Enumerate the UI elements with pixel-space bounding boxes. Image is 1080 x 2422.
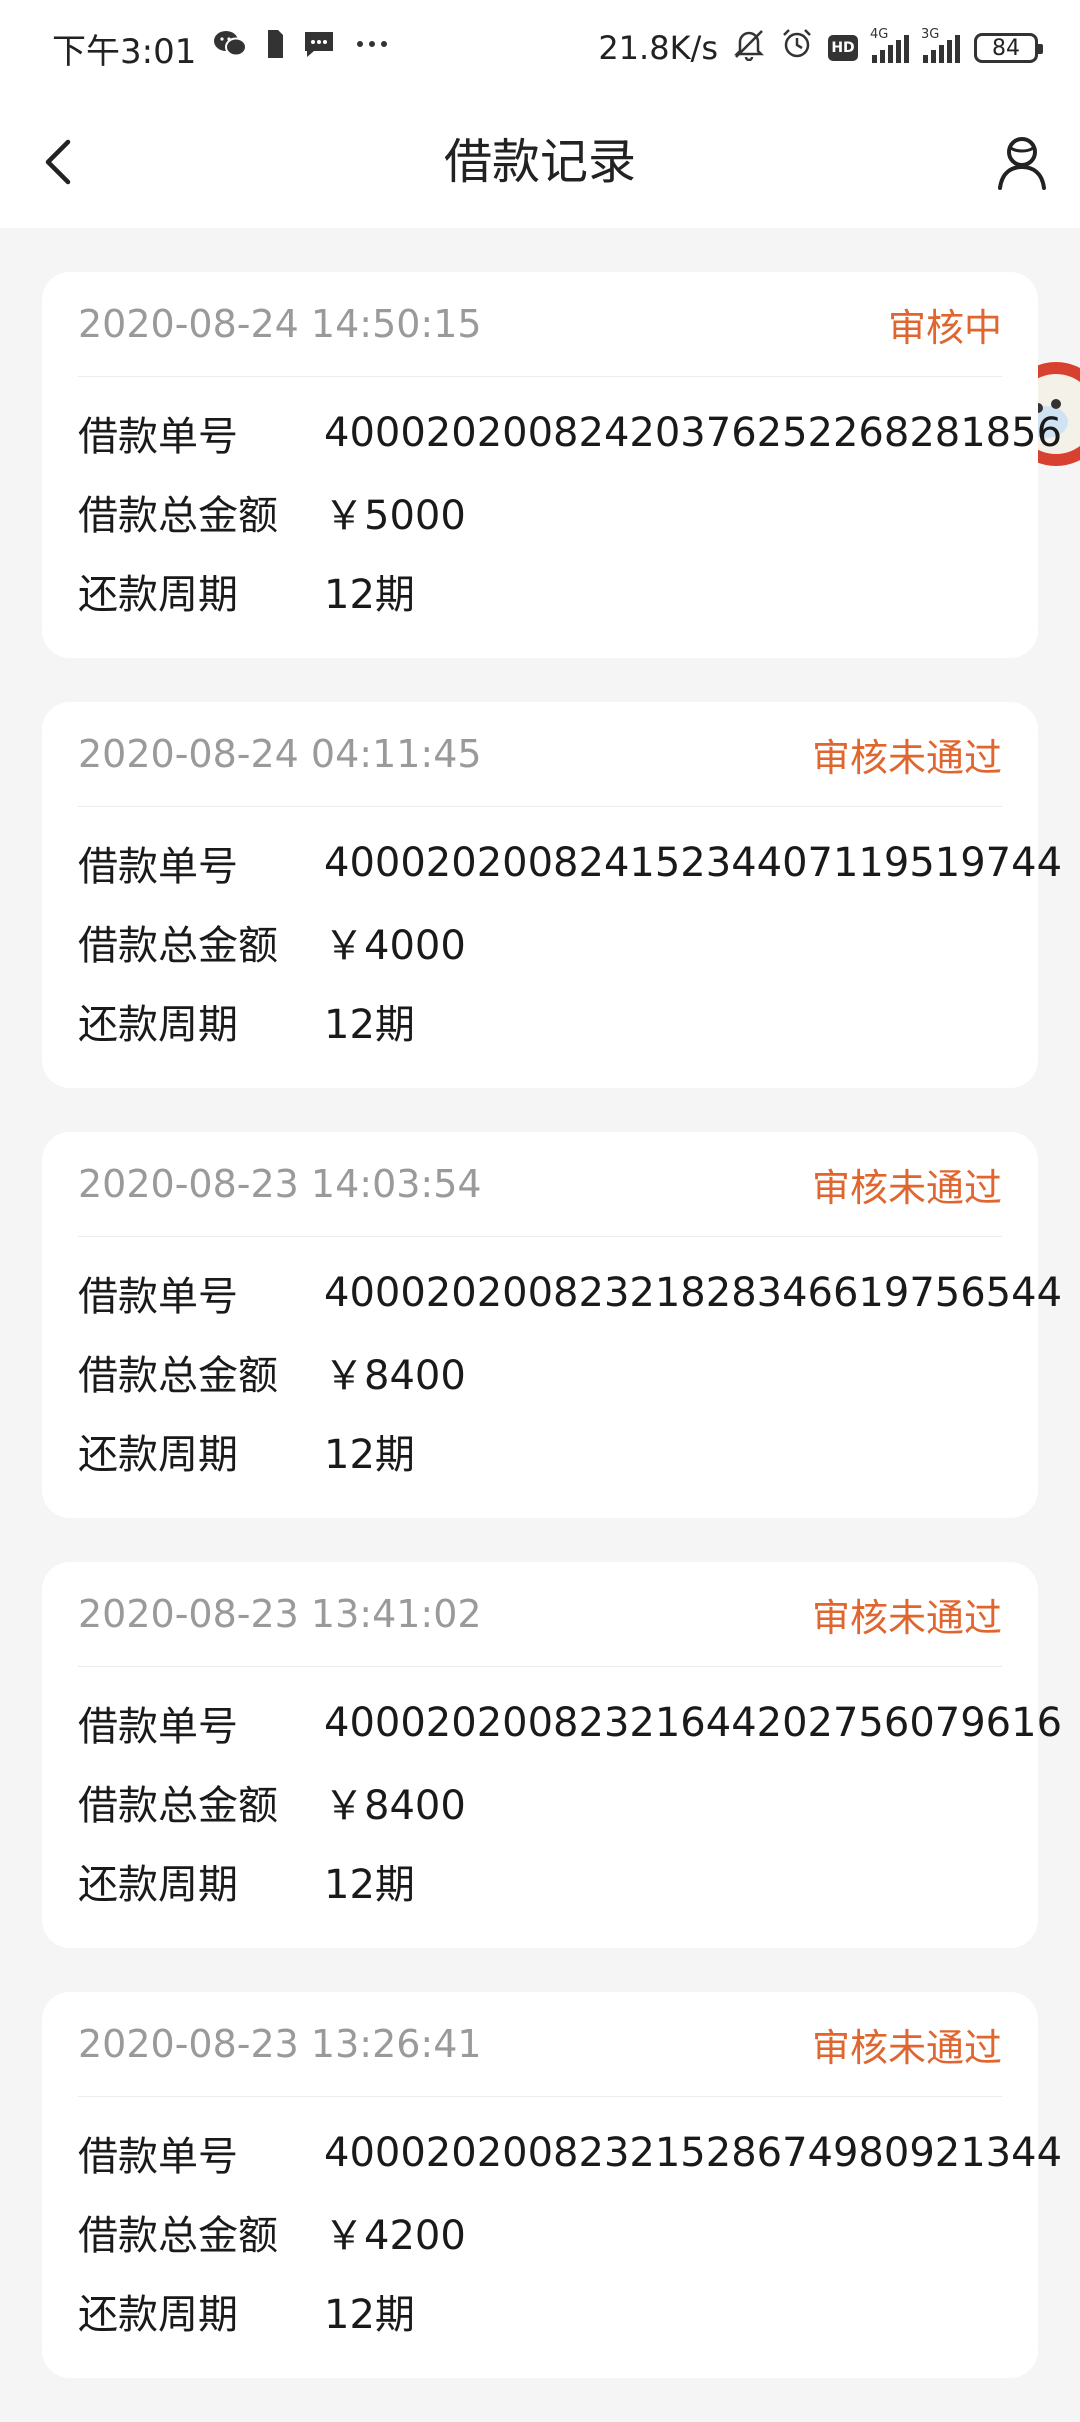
signal-4g-icon: 4G [870, 27, 909, 63]
order-no-label: 借款单号 [78, 1273, 238, 1320]
order-no-row: 借款单号 40002020082415234407119519744 [78, 823, 1062, 902]
record-time: 2020-08-23 13:26:41 [78, 2022, 482, 2066]
record-time: 2020-08-24 14:50:15 [78, 302, 482, 346]
loan-record-card[interactable]: 2020-08-24 04:11:45 审核未通过 借款单号 400020200… [42, 702, 1062, 1088]
loan-record-list: 2020-08-24 14:50:15 审核中 借款单号 40002020082… [42, 272, 1062, 2422]
order-no-row: 借款单号 40002020082321828346619756544 [78, 1253, 1062, 1332]
order-no-label: 借款单号 [78, 843, 238, 890]
record-status: 审核未通过 [811, 735, 1002, 780]
period-label: 还款周期 [78, 1861, 238, 1908]
record-status: 审核未通过 [811, 1595, 1002, 1640]
loan-record-card[interactable]: 2020-08-24 14:50:15 审核中 借款单号 40002020082… [42, 272, 1062, 658]
amount-label: 借款总金额 [78, 922, 278, 969]
signal-3g-label: 3G [921, 27, 940, 42]
message-icon [302, 28, 336, 69]
record-header: 2020-08-23 13:41:02 审核未通过 [78, 1562, 1002, 1667]
loan-record-card[interactable]: 2020-08-23 14:03:54 审核未通过 借款单号 400020200… [42, 1132, 1062, 1518]
alarm-icon [780, 27, 814, 69]
order-no-value: 40002020082321644202756079616 [324, 1699, 1063, 1746]
order-no-label: 借款单号 [78, 413, 238, 460]
signal-4g-label: 4G [870, 27, 889, 42]
period-value: 12期 [324, 2291, 415, 2338]
record-body: 借款单号 40002020082415234407119519744 借款总金额… [78, 807, 1062, 1060]
battery-level: 84 [992, 35, 1020, 61]
amount-row: 借款总金额 ￥5000 [78, 472, 1002, 551]
status-bar-left: 下午3:01 [52, 24, 392, 72]
record-body: 借款单号 40002020082321828346619756544 借款总金额… [78, 1237, 1062, 1490]
record-header: 2020-08-24 04:11:45 审核未通过 [78, 702, 1002, 807]
amount-label: 借款总金额 [78, 492, 278, 539]
period-row: 还款周期 12期 [78, 551, 1002, 630]
page-title: 借款记录 [443, 134, 636, 190]
amount-row: 借款总金额 ￥4000 [78, 902, 1002, 981]
record-body: 借款单号 40002020082321528674980921344 借款总金额… [78, 2097, 1062, 2350]
amount-value: ￥5000 [324, 492, 466, 539]
record-body: 借款单号 40002020082321644202756079616 借款总金额… [78, 1667, 1062, 1920]
battery-icon: 84 [974, 33, 1043, 63]
period-label: 还款周期 [78, 571, 238, 618]
period-value: 12期 [324, 1861, 415, 1908]
loan-record-card[interactable]: 2020-08-23 13:26:41 审核未通过 借款单号 400020200… [42, 1992, 1062, 2378]
period-row: 还款周期 12期 [78, 1841, 1002, 1920]
record-time: 2020-08-23 13:41:02 [78, 1592, 482, 1636]
order-no-value: 40002020082415234407119519744 [324, 839, 1063, 886]
order-no-row: 借款单号 40002020082321528674980921344 [78, 2113, 1062, 2192]
status-bar-right: 21.8K/s HD 4G 3G 84 [598, 24, 1043, 72]
status-bar: 下午3:01 21.8K/s HD 4G 3G 84 [0, 0, 1080, 96]
order-no-row: 借款单号 40002020082321644202756079616 [78, 1683, 1062, 1762]
nav-header: 借款记录 [0, 96, 1080, 228]
profile-button[interactable] [986, 126, 1058, 198]
period-row: 还款周期 12期 [78, 981, 1002, 1060]
period-label: 还款周期 [78, 2291, 238, 2338]
order-no-value: 40002020082321528674980921344 [324, 2129, 1063, 2176]
amount-label: 借款总金额 [78, 1782, 278, 1829]
record-body: 借款单号 40002020082420376252268281856 借款总金额… [78, 377, 1062, 630]
record-header: 2020-08-23 13:26:41 审核未通过 [78, 1992, 1002, 2097]
mute-bell-icon [732, 27, 766, 69]
hd-badge: HD [828, 35, 858, 61]
record-header: 2020-08-23 14:03:54 审核未通过 [78, 1132, 1002, 1237]
period-value: 12期 [324, 571, 415, 618]
period-value: 12期 [324, 1001, 415, 1048]
record-header: 2020-08-24 14:50:15 审核中 [78, 272, 1002, 377]
amount-row: 借款总金额 ￥4200 [78, 2192, 1002, 2271]
record-status: 审核中 [887, 305, 1002, 350]
order-no-row: 借款单号 40002020082420376252268281856 [78, 393, 1062, 472]
sim-icon [264, 28, 286, 69]
record-time: 2020-08-23 14:03:54 [78, 1162, 482, 1206]
amount-label: 借款总金额 [78, 2212, 278, 2259]
amount-label: 借款总金额 [78, 1352, 278, 1399]
status-time: 下午3:01 [52, 31, 197, 72]
amount-value: ￥8400 [324, 1352, 466, 1399]
amount-value: ￥4200 [324, 2212, 466, 2259]
record-status: 审核未通过 [811, 1165, 1002, 1210]
order-no-label: 借款单号 [78, 1703, 238, 1750]
period-row: 还款周期 12期 [78, 2271, 1002, 2350]
period-label: 还款周期 [78, 1431, 238, 1478]
amount-value: ￥8400 [324, 1782, 466, 1829]
period-row: 还款周期 12期 [78, 1411, 1002, 1490]
more-dots-icon [352, 28, 392, 69]
loan-record-card[interactable]: 2020-08-23 13:41:02 审核未通过 借款单号 400020200… [42, 1562, 1062, 1948]
amount-row: 借款总金额 ￥8400 [78, 1762, 1002, 1841]
amount-value: ￥4000 [324, 922, 466, 969]
wechat-icon [212, 28, 248, 69]
amount-row: 借款总金额 ￥8400 [78, 1332, 1002, 1411]
user-icon [998, 137, 1046, 190]
net-speed: 21.8K/s [598, 29, 718, 67]
order-no-label: 借款单号 [78, 2133, 238, 2180]
period-value: 12期 [324, 1431, 415, 1478]
record-time: 2020-08-24 04:11:45 [78, 732, 482, 776]
order-no-value: 40002020082420376252268281856 [324, 409, 1063, 456]
period-label: 还款周期 [78, 1001, 238, 1048]
record-status: 审核未通过 [811, 2025, 1002, 2070]
order-no-value: 40002020082321828346619756544 [324, 1269, 1063, 1316]
signal-3g-icon: 3G [921, 27, 960, 63]
